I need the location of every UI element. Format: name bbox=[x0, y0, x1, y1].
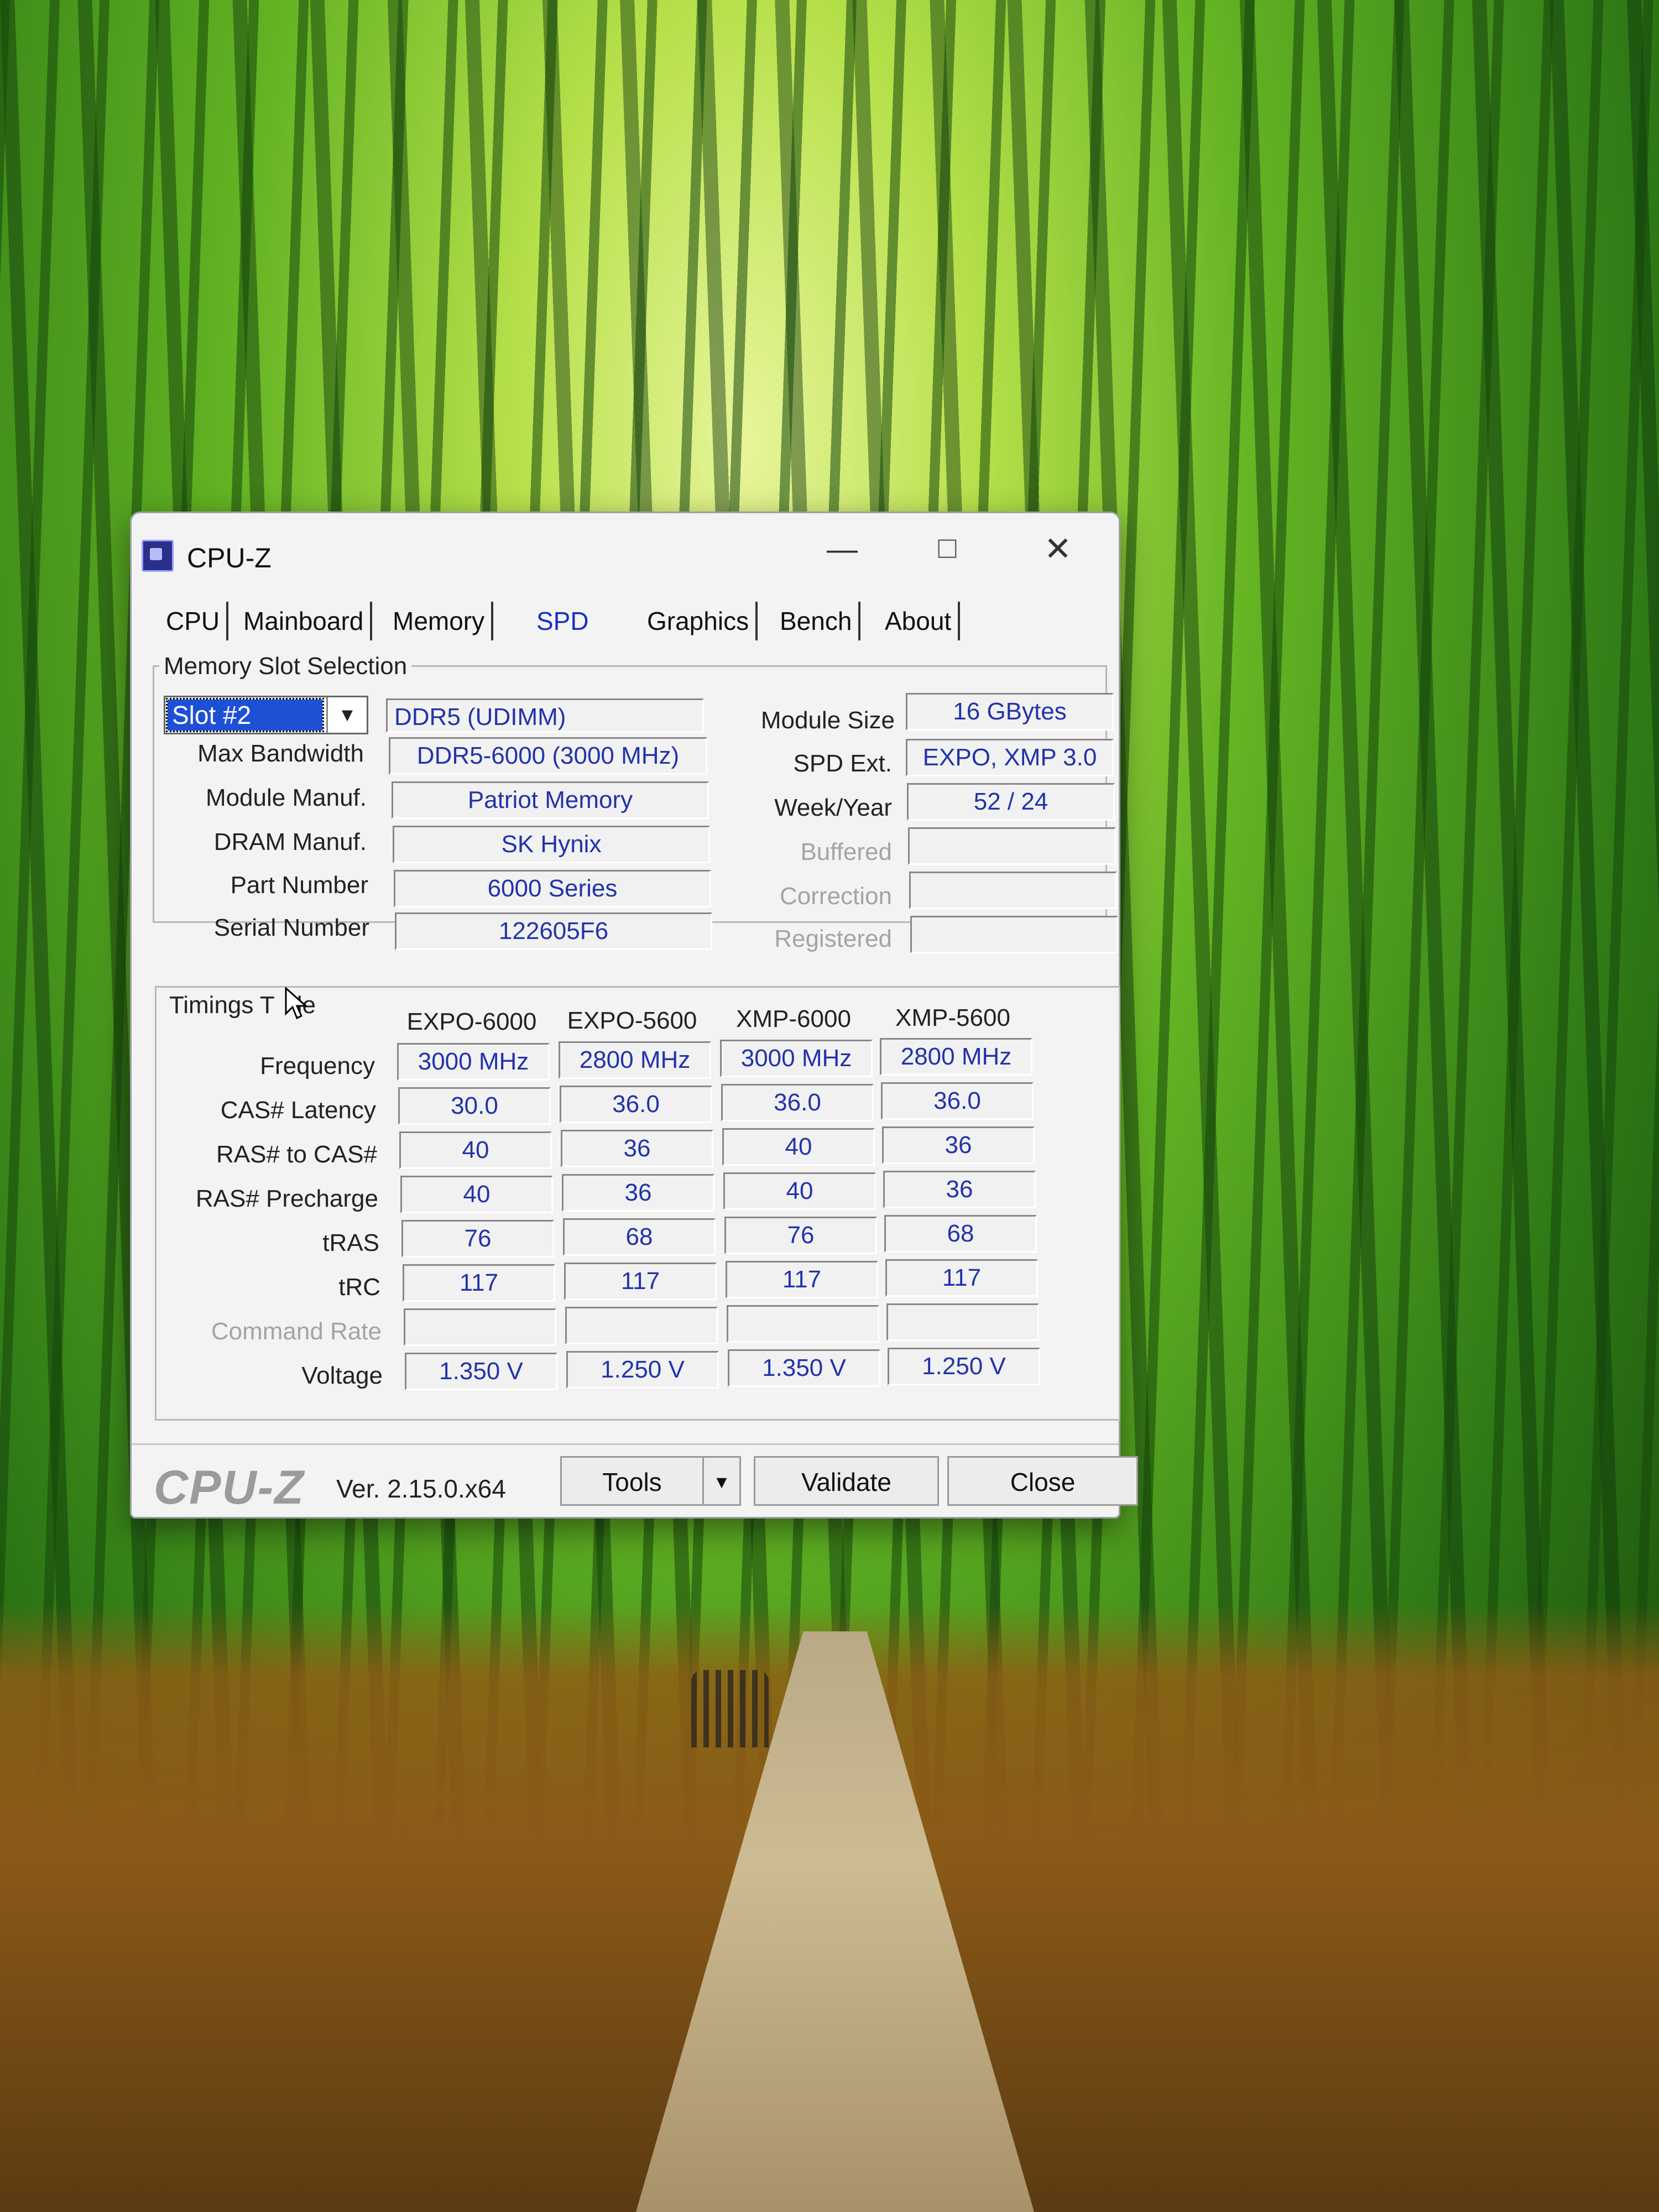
cpuz-brand-logo: CPU-Z bbox=[154, 1461, 305, 1514]
label-part-number: Part Number bbox=[230, 872, 368, 899]
timing-cell: 1.250 V bbox=[566, 1351, 719, 1389]
label-spd-ext: SPD Ext. bbox=[793, 750, 893, 777]
tab-mainboard[interactable]: Mainboard bbox=[237, 602, 373, 640]
tab-spd[interactable]: SPD bbox=[530, 602, 596, 640]
tab-bench[interactable]: Bench bbox=[773, 602, 861, 640]
validate-button[interactable]: Validate bbox=[754, 1456, 939, 1506]
week-year-value: 52 / 24 bbox=[907, 783, 1115, 821]
mouse-pointer-icon bbox=[285, 987, 307, 1020]
timing-cell: 1.350 V bbox=[405, 1353, 557, 1390]
timing-cell: 2800 MHz bbox=[559, 1041, 711, 1079]
timing-cell: 117 bbox=[885, 1259, 1038, 1297]
timing-cell: 117 bbox=[403, 1264, 555, 1302]
timing-cell: 36 bbox=[883, 1171, 1036, 1208]
timing-cell: 30.0 bbox=[398, 1087, 551, 1125]
label-tras: tRAS bbox=[322, 1229, 379, 1256]
col-header-3: XMP-6000 bbox=[736, 1005, 851, 1032]
timing-cell: 36.0 bbox=[881, 1082, 1034, 1120]
timing-cell: 68 bbox=[563, 1218, 716, 1256]
label-buffered: Buffered bbox=[800, 838, 892, 865]
registered-value bbox=[910, 916, 1118, 953]
memory-type-field: DDR5 (UDIMM) bbox=[386, 698, 704, 733]
label-frequency: Frequency bbox=[260, 1052, 375, 1079]
serial-number-value: 122605F6 bbox=[395, 912, 712, 950]
label-ras-precharge: RAS# Precharge bbox=[195, 1185, 378, 1212]
tab-strip: CPU Mainboard Memory SPD Graphics Bench … bbox=[159, 602, 1099, 643]
timing-cell: 76 bbox=[401, 1220, 554, 1258]
tools-button[interactable]: Tools bbox=[560, 1456, 704, 1506]
dram-manuf-value: SK Hynix bbox=[393, 826, 710, 863]
label-cas-latency: CAS# Latency bbox=[220, 1097, 376, 1124]
chevron-down-icon[interactable]: ▼ bbox=[326, 697, 367, 733]
part-number-value: 6000 Series bbox=[394, 870, 711, 907]
label-max-bandwidth: Max Bandwidth bbox=[197, 740, 364, 767]
tab-about[interactable]: About bbox=[878, 602, 961, 640]
col-header-4: XMP-5600 bbox=[895, 1004, 1010, 1031]
label-serial-number: Serial Number bbox=[213, 914, 369, 941]
timing-cell: 1.250 V bbox=[888, 1348, 1040, 1385]
tab-graphics[interactable]: Graphics bbox=[640, 602, 758, 640]
version-label: Ver. 2.15.0.x64 bbox=[336, 1474, 506, 1503]
timing-cell: 36 bbox=[561, 1130, 713, 1167]
close-button[interactable]: Close bbox=[947, 1456, 1138, 1506]
timing-cell: 36.0 bbox=[721, 1084, 874, 1121]
slot-select-value: Slot #2 bbox=[166, 698, 324, 732]
timing-cell: 40 bbox=[399, 1131, 552, 1169]
max-bandwidth-value: DDR5-6000 (3000 MHz) bbox=[389, 737, 707, 775]
label-dram-manuf: DRAM Manuf. bbox=[213, 828, 367, 855]
memory-slot-group-label: Memory Slot Selection bbox=[159, 653, 412, 680]
buffered-value bbox=[908, 827, 1116, 865]
timing-cell: 117 bbox=[726, 1261, 878, 1298]
col-header-2: EXPO-5600 bbox=[567, 1007, 697, 1034]
timing-cell bbox=[565, 1307, 718, 1344]
correction-value bbox=[909, 872, 1117, 909]
label-trc: tRC bbox=[338, 1274, 380, 1301]
label-week-year: Week/Year bbox=[774, 794, 892, 821]
timing-cell: 40 bbox=[400, 1176, 553, 1213]
window-title: CPU-Z bbox=[187, 542, 272, 573]
timing-cell: 3000 MHz bbox=[397, 1043, 550, 1081]
close-window-button[interactable]: ✕ bbox=[1030, 530, 1086, 568]
tools-dropdown-chevron-down-icon[interactable]: ▼ bbox=[702, 1456, 741, 1506]
cpuz-window: CPU-Z — ☐ ✕ CPU Mainboard Memory SPD Gra… bbox=[130, 512, 1138, 1519]
label-registered: Registered bbox=[774, 925, 892, 952]
label-module-manuf: Module Manuf. bbox=[205, 784, 367, 811]
maximize-button[interactable]: ☐ bbox=[920, 530, 975, 568]
timing-cell: 36.0 bbox=[560, 1086, 712, 1123]
timing-cell: 76 bbox=[724, 1217, 877, 1254]
tab-cpu[interactable]: CPU bbox=[159, 602, 229, 640]
wallpaper-people bbox=[691, 1670, 769, 1747]
timing-cell: 117 bbox=[564, 1262, 717, 1300]
timing-cell: 68 bbox=[884, 1215, 1037, 1253]
module-manuf-value: Patriot Memory bbox=[392, 781, 709, 819]
timing-cell: 1.350 V bbox=[728, 1349, 880, 1387]
label-module-size: Module Size bbox=[760, 707, 895, 734]
minimize-button[interactable]: — bbox=[815, 530, 870, 568]
timing-cell bbox=[886, 1303, 1039, 1341]
timing-cell: 2800 MHz bbox=[880, 1038, 1032, 1076]
label-correction: Correction bbox=[780, 883, 892, 910]
timing-cell: 40 bbox=[722, 1128, 875, 1166]
tab-memory[interactable]: Memory bbox=[386, 602, 494, 640]
label-voltage: Voltage bbox=[301, 1362, 383, 1389]
timing-cell bbox=[404, 1308, 556, 1346]
spd-ext-value: EXPO, XMP 3.0 bbox=[906, 739, 1114, 776]
timing-cell: 36 bbox=[562, 1174, 714, 1212]
label-ras-to-cas: RAS# to CAS# bbox=[216, 1141, 377, 1168]
timing-cell: 3000 MHz bbox=[720, 1040, 873, 1077]
timing-cell: 40 bbox=[723, 1172, 876, 1210]
timing-cell: 36 bbox=[882, 1126, 1035, 1164]
module-size-value: 16 GBytes bbox=[906, 693, 1114, 731]
footer-bar: CPU-Z Ver. 2.15.0.x64 Tools ▼ Validate C… bbox=[132, 1443, 1138, 1517]
label-command-rate: Command Rate bbox=[211, 1318, 382, 1345]
slot-select[interactable]: Slot #2 ▼ bbox=[164, 696, 368, 734]
col-header-1: EXPO-6000 bbox=[406, 1008, 537, 1035]
cpuz-app-icon bbox=[142, 540, 174, 572]
title-bar[interactable]: CPU-Z — ☐ ✕ bbox=[132, 513, 1119, 573]
timing-cell bbox=[727, 1305, 879, 1343]
